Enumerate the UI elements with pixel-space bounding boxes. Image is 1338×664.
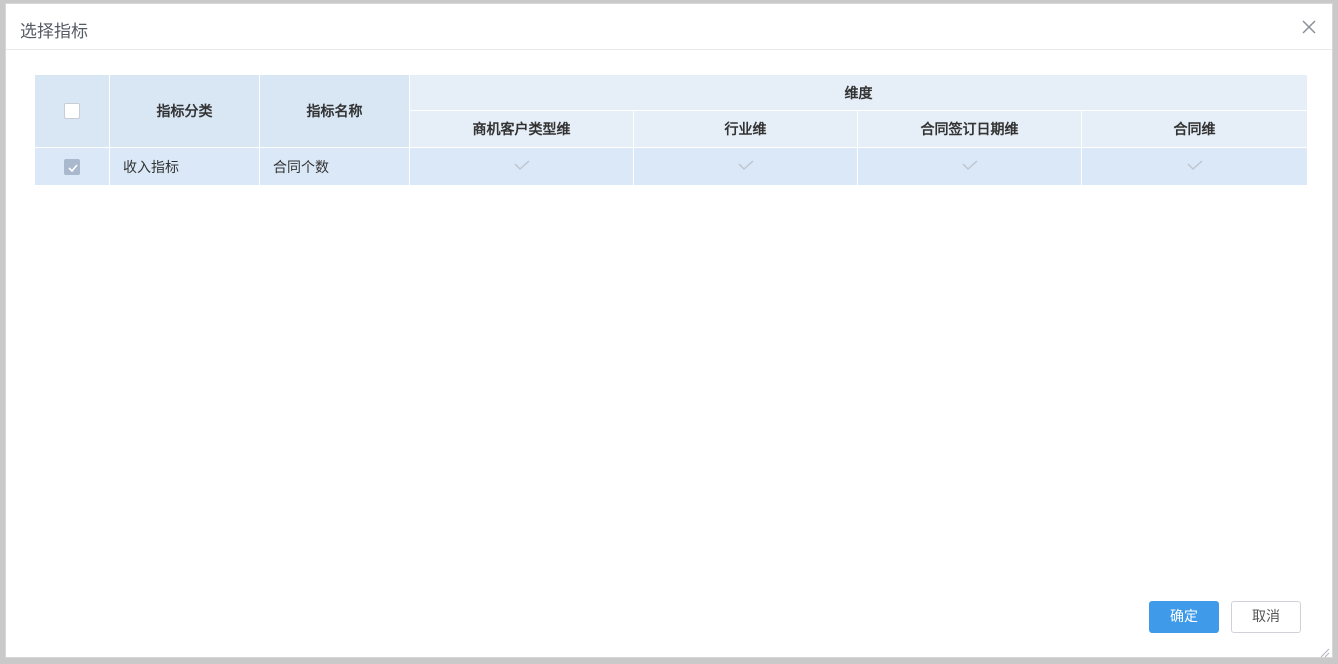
metric-table: 指标分类 指标名称 维度 商机客户类型维 行业维 合同签订日期维 合同维 收入指… xyxy=(34,74,1308,186)
header-category[interactable]: 指标分类 xyxy=(109,74,260,148)
check-icon xyxy=(737,159,755,175)
header-dimension-contract[interactable]: 合同维 xyxy=(1081,110,1308,148)
select-all-cell xyxy=(34,74,110,148)
confirm-button[interactable]: 确定 xyxy=(1149,601,1219,633)
select-all-checkbox[interactable] xyxy=(64,103,80,119)
header-dimension-sign-date[interactable]: 合同签订日期维 xyxy=(857,110,1082,148)
check-icon xyxy=(1186,159,1204,175)
resize-handle-icon[interactable] xyxy=(1318,643,1330,658)
row-checkbox-cell xyxy=(34,147,110,186)
select-metric-dialog: 选择指标 指标分类 指标名称 维度 商机客户类型维 行业维 合同签订日期维 合同… xyxy=(5,3,1333,658)
dialog-header: 选择指标 xyxy=(6,4,1332,50)
check-icon xyxy=(961,159,979,175)
dialog-title: 选择指标 xyxy=(20,22,88,42)
row-category: 收入指标 xyxy=(109,147,260,186)
row-checkbox[interactable] xyxy=(64,158,80,175)
header-dimension-customer-type[interactable]: 商机客户类型维 xyxy=(409,110,634,148)
table-row[interactable]: 收入指标 合同个数 xyxy=(34,147,1308,186)
close-icon[interactable] xyxy=(1300,18,1318,36)
header-dimension-group: 维度 xyxy=(409,74,1308,111)
row-name: 合同个数 xyxy=(259,147,410,186)
row-dimension-contract[interactable] xyxy=(1081,147,1308,186)
header-dimension-industry[interactable]: 行业维 xyxy=(633,110,858,148)
check-icon xyxy=(513,159,531,175)
cancel-button[interactable]: 取消 xyxy=(1231,601,1301,633)
row-dimension-industry[interactable] xyxy=(633,147,858,186)
row-dimension-customer-type[interactable] xyxy=(409,147,634,186)
row-dimension-sign-date[interactable] xyxy=(857,147,1082,186)
header-name[interactable]: 指标名称 xyxy=(259,74,410,148)
